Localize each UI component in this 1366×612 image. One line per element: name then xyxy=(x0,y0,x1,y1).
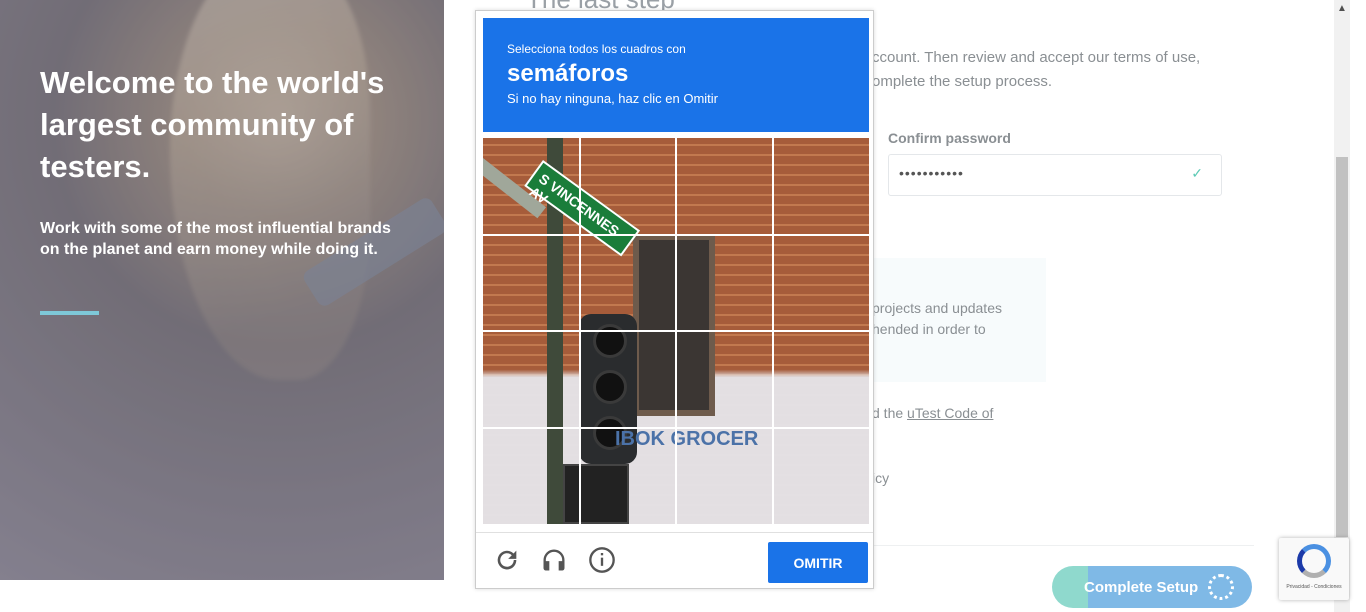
captcha-tile[interactable] xyxy=(483,138,580,235)
captcha-tile[interactable] xyxy=(676,138,773,235)
hero-subtitle: Work with some of the most influential b… xyxy=(40,220,391,258)
complete-setup-button[interactable]: Complete Setup xyxy=(1052,566,1252,608)
confirm-password-value: ••••••••••• xyxy=(899,165,964,181)
captcha-tile[interactable] xyxy=(676,235,773,332)
skip-button[interactable]: OMITIR xyxy=(768,542,868,583)
captcha-tile[interactable] xyxy=(676,331,773,428)
captcha-tile[interactable] xyxy=(580,235,677,332)
captcha-header: Selecciona todos los cuadros con semáfor… xyxy=(483,18,869,132)
captcha-tile[interactable] xyxy=(483,331,580,428)
captcha-tile[interactable] xyxy=(773,235,870,332)
intro-text: ccount. Then review and accept our terms… xyxy=(872,49,1201,90)
captcha-tile[interactable] xyxy=(773,138,870,235)
confirm-password-field[interactable]: ••••••••••• ✓ xyxy=(888,154,1222,196)
checkmark-icon: ✓ xyxy=(1191,165,1203,181)
captcha-tile[interactable] xyxy=(483,428,580,525)
notifications-text: projects and updates hended in order to xyxy=(872,300,1002,337)
loading-spinner-icon xyxy=(1208,574,1234,600)
captcha-challenge: Selecciona todos los cuadros con semáfor… xyxy=(475,10,874,589)
grid-line xyxy=(483,330,869,332)
reload-icon[interactable] xyxy=(493,546,521,574)
captcha-tile[interactable] xyxy=(676,428,773,525)
headphones-icon[interactable] xyxy=(540,546,568,574)
captcha-footer: OMITIR xyxy=(476,532,873,589)
confirm-password-label: Confirm password xyxy=(888,130,1011,146)
scroll-up-icon[interactable]: ▲ xyxy=(1334,0,1350,18)
code-of-conduct-link[interactable]: uTest Code of xyxy=(907,405,993,421)
code-of-conduct-text: d the uTest Code of xyxy=(872,405,994,421)
captcha-tile[interactable] xyxy=(580,428,677,525)
captcha-instruction: Selecciona todos los cuadros con xyxy=(507,42,686,56)
recaptcha-logo-icon xyxy=(1297,544,1331,578)
recaptcha-badge[interactable]: Privacidad - Condiciones xyxy=(1279,538,1349,600)
captcha-image-grid: S VINCENNES AV IBOK GROCER xyxy=(483,138,869,524)
captcha-tile[interactable] xyxy=(483,235,580,332)
captcha-tile[interactable] xyxy=(580,138,677,235)
hero-panel: Welcome to the world's largest community… xyxy=(0,0,444,580)
hero-title: Welcome to the world's largest community… xyxy=(40,65,385,184)
captcha-tile[interactable] xyxy=(773,331,870,428)
captcha-keyword: semáforos xyxy=(507,60,629,87)
hero-accent-bar xyxy=(40,311,99,315)
grid-line xyxy=(483,426,869,429)
recaptcha-terms[interactable]: Privacidad - Condiciones xyxy=(1279,584,1349,590)
privacy-policy-link[interactable]: icy xyxy=(872,470,889,486)
info-icon[interactable] xyxy=(588,546,616,574)
captcha-tile[interactable] xyxy=(773,428,870,525)
scrollbar-thumb[interactable] xyxy=(1336,157,1348,537)
captcha-hint: Si no hay ninguna, haz clic en Omitir xyxy=(507,91,718,106)
grid-line xyxy=(771,138,774,524)
captcha-tile[interactable] xyxy=(580,331,677,428)
